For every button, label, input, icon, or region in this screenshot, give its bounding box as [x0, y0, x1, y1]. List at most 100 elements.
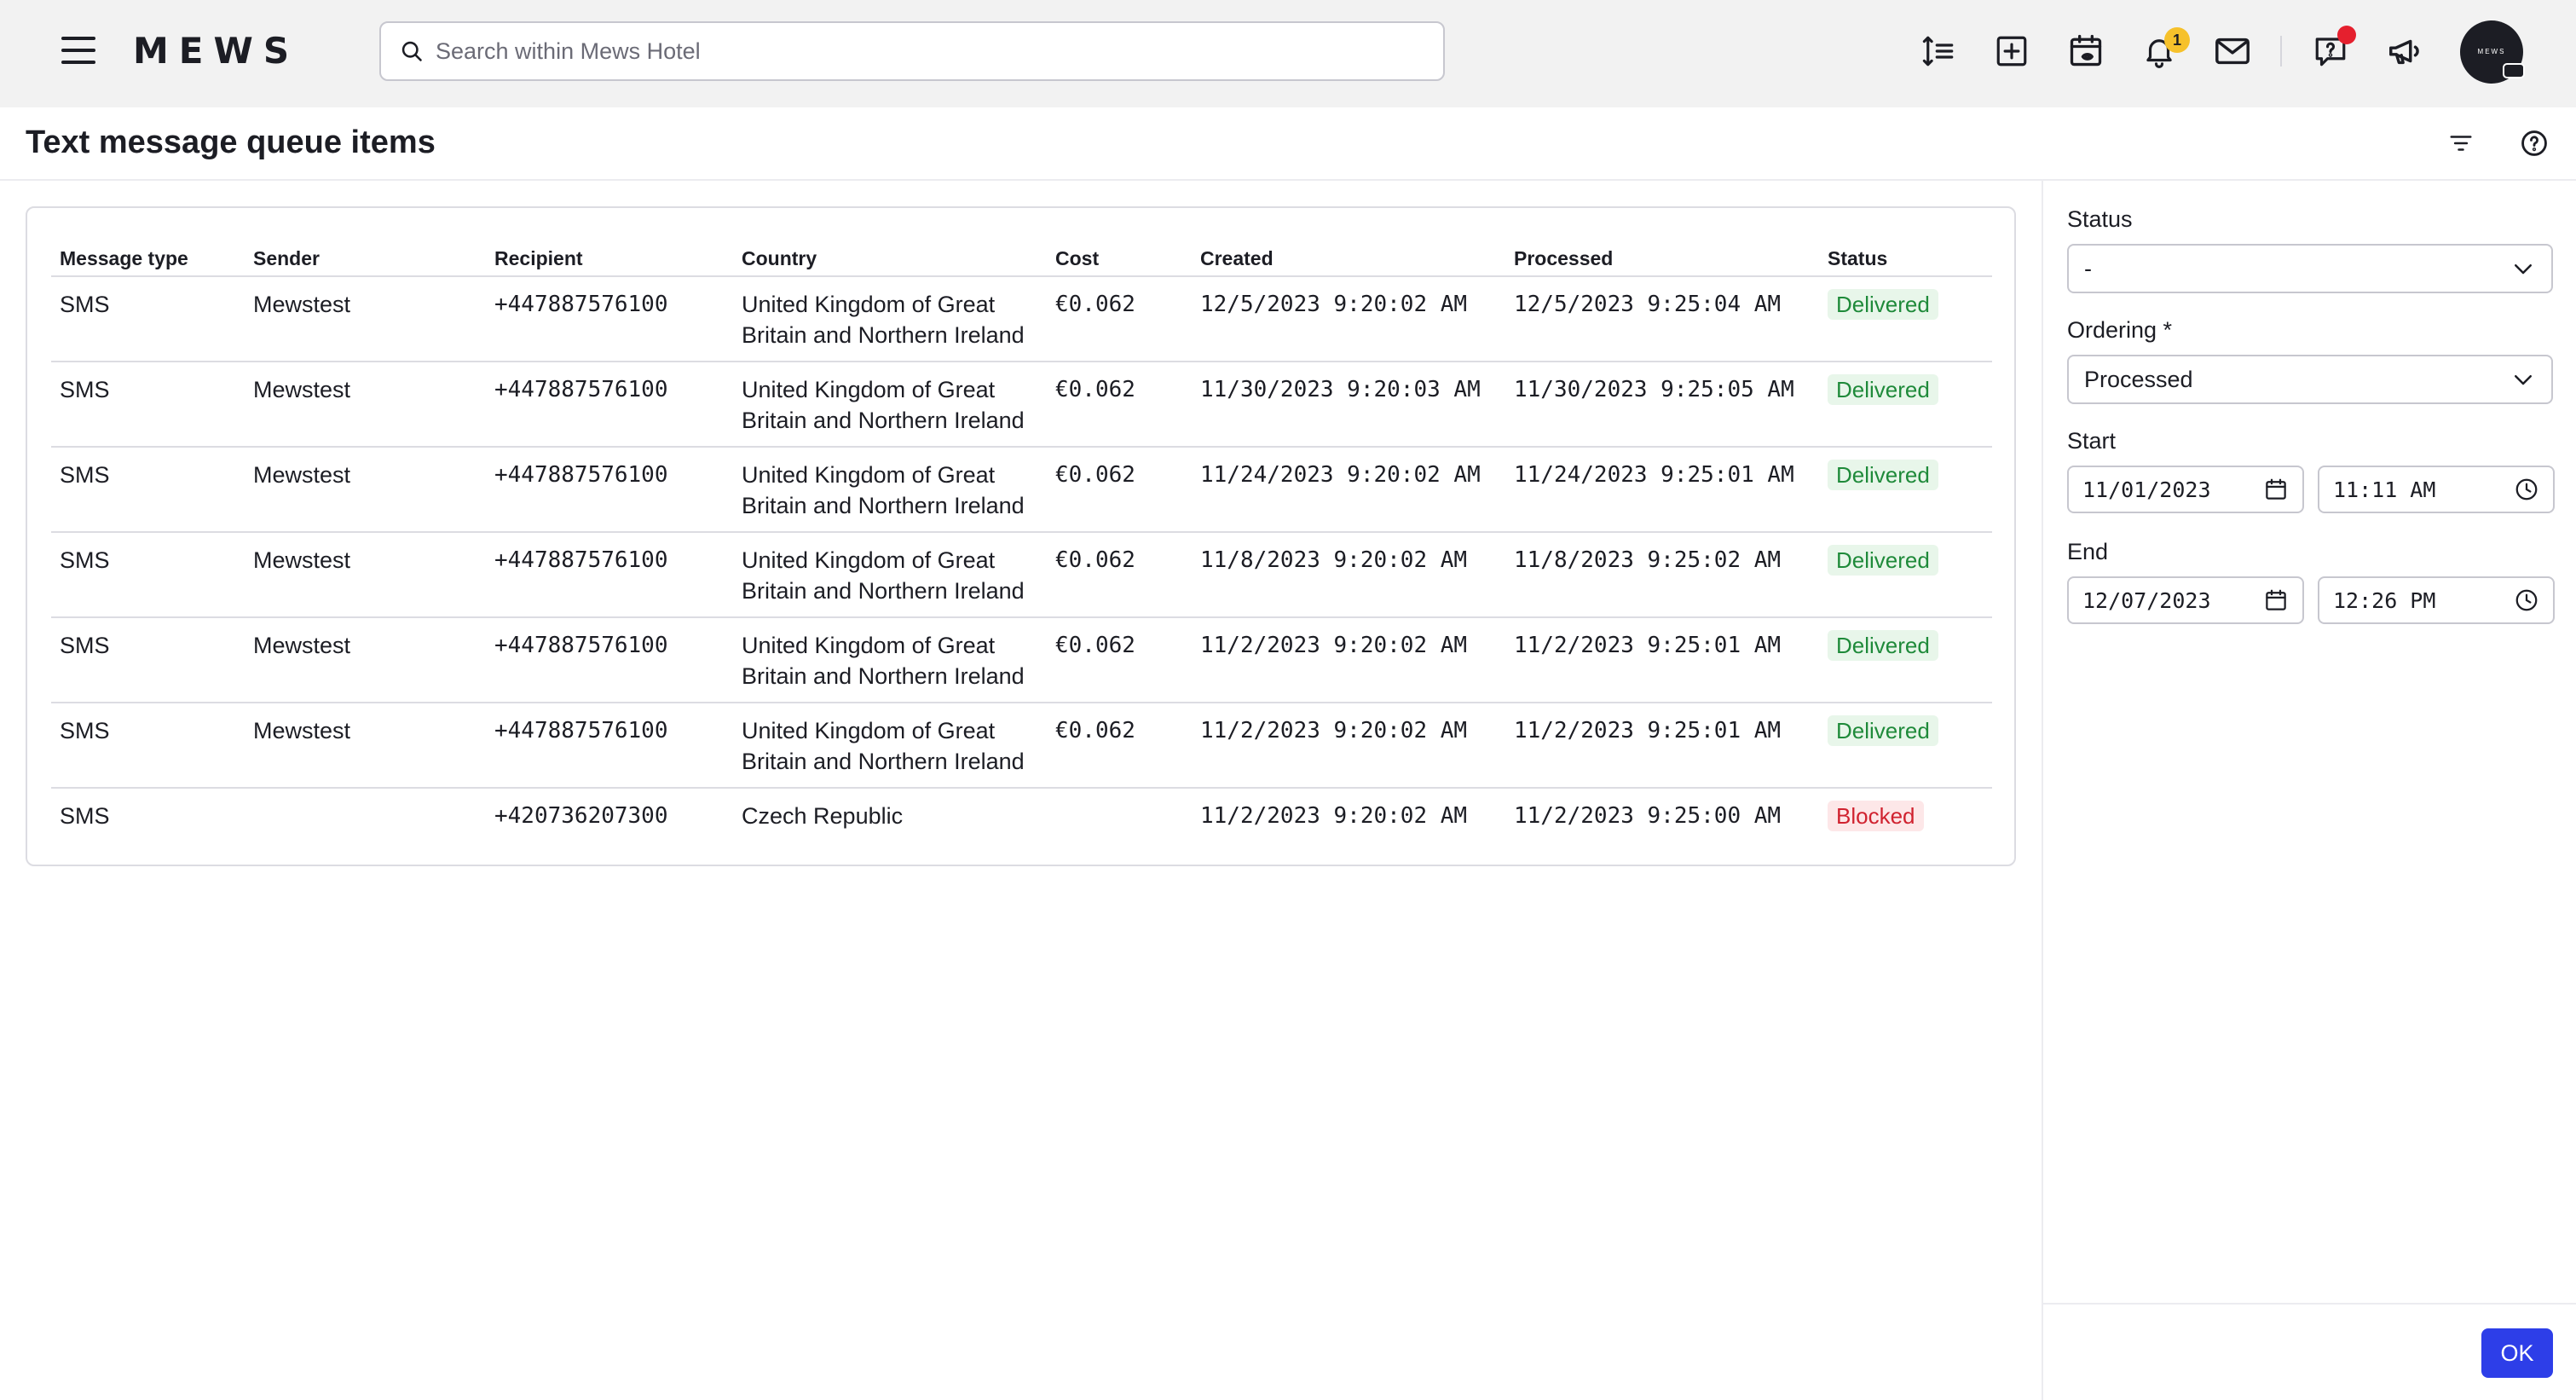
cell-processed: 11/30/2023 9:25:05 AM [1505, 362, 1819, 448]
add-box-icon[interactable] [1990, 29, 2034, 73]
status-badge: Delivered [1828, 630, 1938, 661]
user-avatar[interactable]: MEWS [2460, 20, 2525, 84]
cell-message-type: SMS [60, 803, 110, 829]
ordering-select-value: Processed [2084, 366, 2193, 392]
clock-icon[interactable] [2514, 587, 2539, 613]
column-header-status[interactable]: Status [1819, 240, 1992, 277]
start-date-field[interactable] [2067, 466, 2304, 513]
line-height-icon[interactable] [1916, 29, 1961, 73]
calendar-eye-icon[interactable] [2064, 29, 2108, 73]
cell-created: 11/2/2023 9:20:02 AM [1200, 803, 1468, 829]
column-header-cost[interactable]: Cost [1047, 240, 1192, 277]
table-row[interactable]: SMS Mewstest +447887576100 United Kingdo… [51, 532, 1992, 618]
cell-sender: Mewstest [245, 703, 486, 789]
menu-icon[interactable] [61, 37, 95, 64]
column-header-processed[interactable]: Processed [1505, 240, 1819, 277]
status-badge: Delivered [1828, 545, 1938, 576]
cell-processed: 11/24/2023 9:25:01 AM [1505, 447, 1819, 533]
page-header: Text message queue items [0, 107, 2576, 181]
page-title: Text message queue items [26, 124, 436, 160]
table-row[interactable]: SMS Mewstest +447887576100 United Kingdo… [51, 362, 1992, 448]
clock-icon[interactable] [2514, 477, 2539, 502]
search-box[interactable] [379, 21, 1445, 81]
cell-message-type: SMS [51, 447, 245, 533]
cell-status: Delivered [1819, 532, 1992, 618]
cell-created: 11/24/2023 9:20:02 AM [1192, 447, 1505, 533]
table-header-row: Message type Sender Recipient Country Co… [51, 240, 1992, 277]
column-header-recipient[interactable]: Recipient [486, 240, 733, 277]
status-badge: Blocked [1828, 801, 1924, 831]
megaphone-icon[interactable] [2383, 29, 2428, 73]
status-badge: Delivered [1828, 715, 1938, 746]
cell-country: United Kingdom of Great Britain and Nort… [733, 532, 1047, 618]
notifications-badge: 1 [2164, 27, 2190, 53]
mail-icon[interactable] [2210, 29, 2255, 73]
cell-recipient: +447887576100 [486, 703, 733, 789]
cell-cost: €0.062 [1047, 447, 1192, 533]
ordering-select[interactable]: Processed [2067, 355, 2553, 404]
cell-country: United Kingdom of Great Britain and Nort… [733, 703, 1047, 789]
avatar-text: MEWS [2477, 48, 2506, 55]
status-select[interactable]: - [2067, 244, 2553, 293]
top-bar: MEWS 1 MEWS [0, 0, 2576, 107]
help-chat-button[interactable] [2308, 26, 2356, 73]
cell-status: Delivered [1819, 276, 1992, 362]
cell-recipient: +420736207300 [494, 803, 668, 829]
calendar-icon[interactable] [2263, 477, 2289, 502]
cell-message-type: SMS [51, 617, 245, 703]
end-time-input[interactable] [2333, 587, 2486, 613]
cell-message-type: SMS [51, 532, 245, 618]
cell-message-type: SMS [51, 362, 245, 448]
start-time-input[interactable] [2333, 477, 2486, 502]
table-row[interactable]: SMS Mewstest +447887576100 United Kingdo… [51, 276, 1992, 362]
cell-recipient: +447887576100 [486, 276, 733, 362]
cell-country: United Kingdom of Great Britain and Nort… [733, 447, 1047, 533]
cell-sender: Mewstest [245, 532, 486, 618]
column-header-sender[interactable]: Sender [245, 240, 486, 277]
column-header-country[interactable]: Country [733, 240, 1047, 277]
help-icon[interactable] [2517, 126, 2551, 160]
table-row[interactable]: SMS Mewstest +447887576100 United Kingdo… [51, 447, 1992, 533]
ordering-filter-label: Ordering * [2067, 317, 2173, 343]
start-time-field[interactable] [2318, 466, 2555, 513]
ok-button[interactable]: OK [2481, 1328, 2553, 1378]
column-header-created[interactable]: Created [1192, 240, 1505, 277]
cell-cost: €0.062 [1047, 362, 1192, 448]
mews-logo[interactable]: MEWS [133, 31, 299, 72]
cell-status: Delivered [1819, 703, 1992, 789]
chevron-down-icon [2515, 264, 2532, 275]
status-badge: Delivered [1828, 289, 1938, 320]
cell-cost [1047, 788, 1192, 873]
cell-processed: 11/2/2023 9:25:00 AM [1514, 803, 1782, 829]
cell-recipient: +447887576100 [486, 617, 733, 703]
status-badge: Delivered [1828, 374, 1938, 405]
start-filter-label: Start [2067, 428, 2117, 454]
start-date-input[interactable] [2082, 477, 2236, 502]
end-time-field[interactable] [2318, 576, 2555, 624]
cell-sender: Mewstest [245, 362, 486, 448]
filter-icon[interactable] [2444, 126, 2478, 160]
notifications-bell[interactable]: 1 [2137, 27, 2190, 73]
cell-recipient: +447887576100 [486, 532, 733, 618]
cell-cost: €0.062 [1047, 703, 1192, 789]
end-date-input[interactable] [2082, 587, 2236, 613]
cell-sender: Mewstest [245, 447, 486, 533]
search-input[interactable] [436, 38, 1416, 65]
cell-status: Delivered [1819, 362, 1992, 448]
table-row[interactable]: SMS Mewstest +447887576100 United Kingdo… [51, 703, 1992, 789]
cell-cost: €0.062 [1047, 532, 1192, 618]
calendar-icon[interactable] [2263, 587, 2289, 613]
table-row[interactable]: SMS Mewstest +447887576100 United Kingdo… [51, 617, 1992, 703]
cell-status: Blocked [1819, 788, 1992, 873]
cell-recipient: +447887576100 [486, 447, 733, 533]
column-header-message-type[interactable]: Message type [51, 240, 245, 277]
status-badge: Delivered [1828, 460, 1938, 490]
cell-sender: Mewstest [245, 276, 486, 362]
chevron-down-icon [2515, 375, 2532, 385]
cell-created: 11/8/2023 9:20:02 AM [1192, 532, 1505, 618]
cell-created: 11/2/2023 9:20:02 AM [1192, 703, 1505, 789]
cell-status: Delivered [1819, 447, 1992, 533]
end-date-field[interactable] [2067, 576, 2304, 624]
panel-footer-divider [2043, 1303, 2576, 1305]
table-row[interactable]: SMS +420736207300 Czech Republic 11/2/20… [51, 788, 1992, 873]
